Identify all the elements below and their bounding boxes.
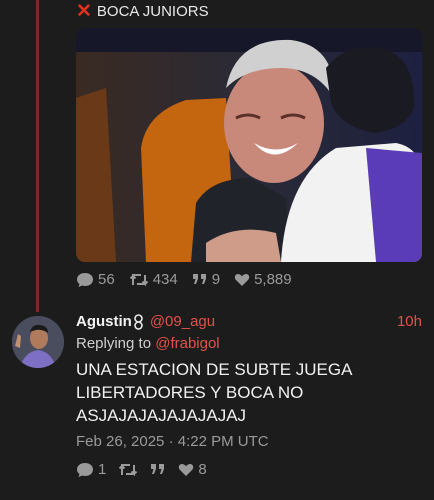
like-count: 5,889	[254, 271, 292, 288]
reply-count: 56	[98, 271, 115, 288]
replying-to: Replying to @frabigol	[76, 335, 220, 352]
retweet-stat[interactable]: 434	[129, 271, 178, 288]
media-photo	[76, 28, 422, 262]
infinity-icon	[134, 313, 143, 330]
heart-icon	[179, 463, 194, 476]
quote-stat[interactable]: 9	[192, 271, 220, 288]
previous-tweet-stats: 56 434 9 5,889	[76, 271, 306, 288]
user-handle[interactable]: @09_agu	[150, 313, 215, 330]
like-count: 8	[198, 461, 207, 478]
comment-icon	[77, 272, 93, 287]
quote-stat[interactable]	[150, 463, 166, 477]
quote-count: 9	[211, 271, 221, 288]
thread-line	[36, 0, 39, 312]
reply-count: 1	[98, 461, 107, 478]
quote-icon	[151, 463, 165, 474]
tweet-time[interactable]: 10h	[397, 313, 422, 330]
mention-link[interactable]: @frabigol	[155, 335, 219, 352]
heart-icon	[234, 273, 250, 286]
like-stat[interactable]: 8	[178, 461, 207, 478]
avatar-photo	[12, 316, 64, 368]
tweet-text: UNA ESTACION DE SUBTE JUEGA LIBERTADORES…	[76, 358, 416, 427]
retweet-count: 434	[152, 271, 178, 288]
cross-mark-icon: ✕	[76, 0, 92, 22]
quote-icon	[192, 273, 206, 284]
retweet-stat[interactable]	[118, 462, 138, 478]
previous-tweet-text: ✕ BOCA JUNIORS	[76, 0, 209, 22]
like-stat[interactable]: 5,889	[234, 271, 292, 288]
retweet-icon	[129, 273, 148, 286]
display-name[interactable]: Agustin	[76, 313, 132, 330]
tweet-text-line: LIBERTADORES Y BOCA NO	[76, 383, 304, 402]
tweet-date[interactable]: Feb 26, 2025 · 4:22 PM UTC	[76, 433, 269, 450]
retweet-icon	[119, 463, 138, 476]
tweet-header: Agustin @09_agu 10h	[76, 313, 422, 330]
tweet-stats: 1 8	[76, 461, 219, 478]
previous-tweet-label: BOCA JUNIORS	[96, 3, 209, 20]
reply-stat[interactable]: 1	[76, 461, 106, 478]
comment-icon	[77, 462, 93, 477]
avatar[interactable]	[12, 316, 64, 368]
reply-stat[interactable]: 56	[76, 271, 115, 288]
replying-label: Replying to	[76, 335, 152, 352]
tweet-text-line: ASJAJAJAJAJAJAJAJ	[76, 406, 247, 425]
tweet-media-image[interactable]	[76, 28, 422, 262]
tweet-text-line: UNA ESTACION DE SUBTE JUEGA	[76, 360, 353, 379]
